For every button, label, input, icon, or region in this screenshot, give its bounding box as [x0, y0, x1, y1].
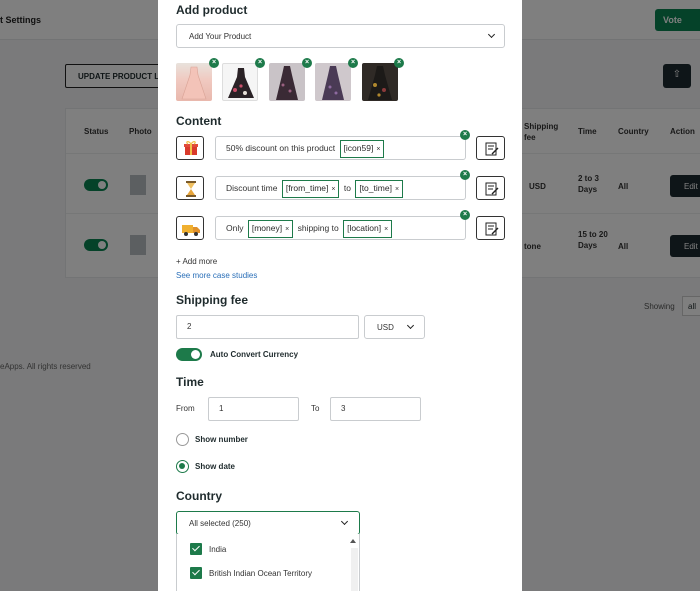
edit-modal: Add product Add Your Product × × × × × C…	[158, 0, 522, 591]
message-text: Only	[226, 223, 244, 233]
edit-note-icon	[485, 142, 499, 156]
shipping-fee-title: Shipping fee	[176, 293, 248, 307]
product-thumbnail[interactable]	[362, 63, 398, 101]
auto-convert-toggle[interactable]	[176, 348, 202, 361]
country-checkbox[interactable]	[190, 567, 202, 579]
variable-tag[interactable]: [location] ×	[343, 220, 393, 238]
message-text: to	[343, 183, 351, 193]
remove-thumbnail-icon[interactable]: ×	[302, 58, 312, 68]
remove-thumbnail-icon[interactable]: ×	[348, 58, 358, 68]
product-thumbnail[interactable]	[222, 63, 258, 101]
tag-label: [icon59]	[343, 143, 374, 153]
shipping-fee-input[interactable]: 2	[176, 315, 359, 339]
product-thumbnail[interactable]	[176, 63, 212, 101]
edit-message-button[interactable]	[476, 176, 505, 200]
message-text: 50% discount on this product	[226, 143, 336, 153]
remove-tag-icon[interactable]: ×	[285, 226, 289, 233]
message-text: Discount time	[226, 183, 278, 193]
truck-icon	[182, 225, 200, 236]
show-date-label: Show date	[195, 462, 236, 471]
auto-convert-label: Auto Convert Currency	[210, 350, 299, 359]
dress-image	[368, 66, 392, 100]
variable-tag[interactable]: [from_time] ×	[281, 180, 340, 198]
hourglass-icon	[186, 181, 196, 197]
message-input[interactable]: Discount time [from_time] × to [to_time] ×	[215, 176, 466, 200]
add-more-link[interactable]: + Add more	[176, 257, 217, 266]
add-product-placeholder: Add Your Product	[189, 32, 252, 41]
add-product-dropdown[interactable]: Add Your Product	[176, 24, 505, 48]
shipping-fee-value: 2	[187, 322, 192, 331]
tag-label: [location]	[347, 223, 382, 233]
currency-value: USD	[377, 323, 394, 332]
remove-tag-icon[interactable]: ×	[376, 146, 380, 153]
currency-select[interactable]: USD	[364, 315, 425, 339]
delete-message-icon[interactable]: ×	[460, 210, 470, 220]
to-value: 3	[341, 404, 346, 413]
remove-tag-icon[interactable]: ×	[331, 186, 335, 193]
delete-message-icon[interactable]: ×	[460, 170, 470, 180]
scroll-up-icon[interactable]	[350, 539, 356, 543]
scrollbar[interactable]	[351, 548, 358, 591]
chevron-down-icon	[406, 321, 415, 330]
product-thumbnail[interactable]	[269, 63, 305, 101]
remove-tag-icon[interactable]: ×	[395, 186, 399, 193]
from-label: From	[176, 404, 195, 413]
country-title: Country	[176, 489, 222, 503]
message-input[interactable]: 50% discount on this product [icon59] ×	[215, 136, 466, 160]
to-input[interactable]: 3	[330, 397, 421, 421]
country-item-label: British Indian Ocean Territory	[209, 569, 313, 578]
tag-label: [to_time]	[359, 183, 392, 193]
message-text: shipping to	[297, 223, 339, 233]
chevron-down-icon	[487, 30, 496, 39]
case-studies-link[interactable]: See more case studies	[176, 271, 257, 280]
content-title: Content	[176, 114, 222, 128]
dress-image	[322, 66, 344, 100]
remove-thumbnail-icon[interactable]: ×	[255, 58, 265, 68]
hourglass-icon-button[interactable]	[176, 176, 204, 200]
variable-tag[interactable]: [money] ×	[247, 220, 294, 238]
country-selected-value: All selected (250)	[189, 519, 251, 528]
variable-tag[interactable]: [icon59] ×	[339, 140, 385, 158]
to-label: To	[311, 404, 320, 413]
gift-icon-button[interactable]	[176, 136, 204, 160]
time-title: Time	[176, 375, 204, 389]
gift-icon	[184, 141, 198, 155]
tag-label: [from_time]	[285, 183, 329, 193]
tag-label: [money]	[251, 223, 283, 233]
dress-image	[276, 66, 298, 100]
delete-message-icon[interactable]: ×	[460, 130, 470, 140]
country-select[interactable]: All selected (250)	[176, 511, 360, 535]
variable-tag[interactable]: [to_time] ×	[355, 180, 404, 198]
from-value: 1	[219, 404, 224, 413]
edit-message-button[interactable]	[476, 136, 505, 160]
country-checkbox[interactable]	[190, 543, 202, 555]
add-product-title: Add product	[176, 3, 248, 17]
show-number-label: Show number	[195, 435, 248, 444]
country-item-label: India	[209, 545, 227, 554]
product-thumbnail[interactable]	[315, 63, 351, 101]
show-number-radio[interactable]	[176, 433, 189, 446]
remove-tag-icon[interactable]: ×	[384, 226, 388, 233]
dress-image	[228, 68, 254, 98]
chevron-down-icon	[340, 517, 349, 526]
edit-note-icon	[485, 182, 499, 196]
truck-icon-button[interactable]	[176, 216, 204, 240]
edit-note-icon	[485, 222, 499, 236]
remove-thumbnail-icon[interactable]: ×	[209, 58, 219, 68]
show-date-radio[interactable]	[176, 460, 189, 473]
dress-image	[181, 66, 207, 100]
country-list: India British Indian Ocean Territory	[176, 534, 360, 591]
message-input[interactable]: Only [money] × shipping to [location] ×	[215, 216, 466, 240]
edit-message-button[interactable]	[476, 216, 505, 240]
remove-thumbnail-icon[interactable]: ×	[394, 58, 404, 68]
from-input[interactable]: 1	[208, 397, 299, 421]
